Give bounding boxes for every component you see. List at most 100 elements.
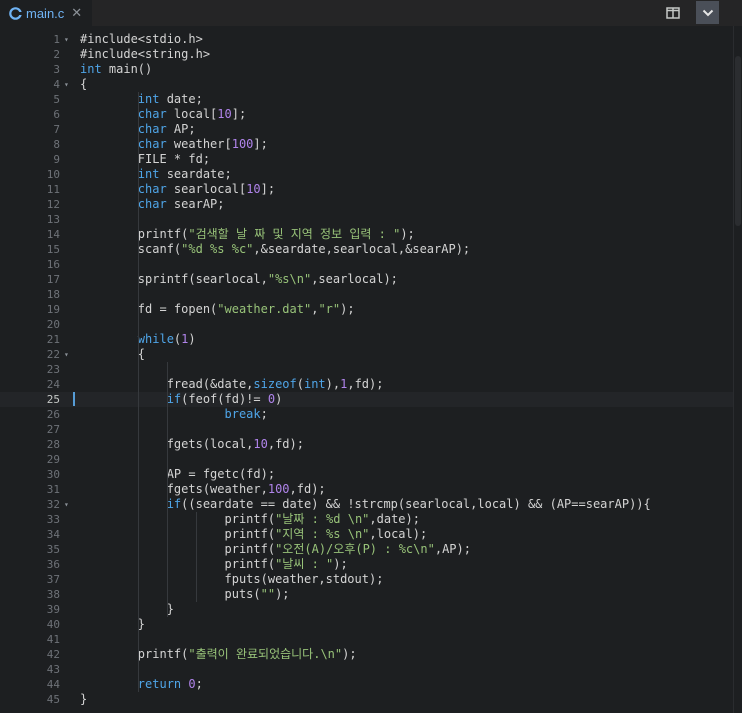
code-text: } <box>80 602 174 617</box>
code-line[interactable]: 10 int seardate; <box>0 167 734 182</box>
code-line[interactable]: 15 scanf("%d %s %c",&seardate,searlocal,… <box>0 242 734 257</box>
fold-toggle-icon[interactable]: ▾ <box>64 77 69 92</box>
code-line[interactable]: 33 printf("날짜 : %d \n",date); <box>0 512 734 527</box>
code-token: break <box>224 407 261 421</box>
code-line[interactable]: 16 <box>0 257 734 272</box>
code-line[interactable]: 14 printf("검색할 날 짜 및 지역 정보 입력 : "); <box>0 227 734 242</box>
fold-toggle-icon[interactable]: ▾ <box>64 32 69 47</box>
code-text: int seardate; <box>80 167 232 182</box>
code-line[interactable]: 45} <box>0 692 734 707</box>
scrollbar-thumb[interactable] <box>735 56 741 226</box>
code-token: { <box>80 347 146 361</box>
code-line[interactable]: 40 } <box>0 617 734 632</box>
indent-guide <box>138 92 139 692</box>
code-line[interactable]: 19 fd = fopen("weather.dat","r"); <box>0 302 734 317</box>
code-line[interactable]: 7 char AP; <box>0 122 734 137</box>
code-line[interactable]: 27 <box>0 422 734 437</box>
code-line[interactable]: 37 fputs(weather,stdout); <box>0 572 734 587</box>
code-token: "검색할 날 짜 및 지역 정보 입력 : " <box>188 227 401 241</box>
code-line[interactable]: 4 ▾ { <box>0 77 734 92</box>
line-number: 31 <box>46 483 60 496</box>
code-token: 10 <box>253 437 268 451</box>
code-editor[interactable]: 1 ▾ #include<stdio.h> 2 #include<string.h> 3 i… <box>0 26 742 713</box>
code-token: 0 <box>267 392 276 406</box>
line-number: 11 <box>46 183 60 196</box>
line-number: 33 <box>46 513 60 526</box>
code-token: printf( <box>80 227 189 241</box>
code-text: if(feof(fd)!= 0) <box>80 392 283 407</box>
code-token: sizeof <box>253 377 297 391</box>
code-token: searAP; <box>166 197 225 211</box>
split-editor-button[interactable] <box>663 3 683 23</box>
line-number: 6 <box>53 108 60 121</box>
code-line[interactable]: 25 if(feof(fd)!= 0) <box>0 392 734 407</box>
code-line[interactable]: 5 int date; <box>0 92 734 107</box>
code-line[interactable]: 23 <box>0 362 734 377</box>
code-token: ]; <box>253 137 268 151</box>
code-line[interactable]: 32 ▾ if((seardate == date) && !strcmp(sea… <box>0 497 734 512</box>
code-line[interactable]: 12 char searAP; <box>0 197 734 212</box>
code-line[interactable]: 1 ▾ #include<stdio.h> <box>0 32 734 47</box>
line-number: 5 <box>53 93 60 106</box>
code-line[interactable]: 22 ▾ { <box>0 347 734 362</box>
code-line[interactable]: 26 break; <box>0 407 734 422</box>
more-options-button[interactable] <box>696 1 719 24</box>
code-text: printf("날씨 : "); <box>80 557 347 572</box>
code-line[interactable]: 3 int main() <box>0 62 734 77</box>
vertical-scrollbar[interactable] <box>733 26 742 713</box>
code-line[interactable]: 21 while(1) <box>0 332 734 347</box>
code-line[interactable]: 31 fgets(weather,100,fd); <box>0 482 734 497</box>
line-number: 20 <box>46 318 60 331</box>
code-line[interactable]: 42 printf("출력이 완료되었습니다.\n"); <box>0 647 734 662</box>
code-line[interactable]: 9 FILE * fd; <box>0 152 734 167</box>
code-line[interactable]: 8 char weather[100]; <box>0 137 734 152</box>
code-text: #include<string.h> <box>80 47 210 62</box>
code-line[interactable]: 6 char local[10]; <box>0 107 734 122</box>
code-token: return <box>137 677 182 691</box>
code-text: puts(""); <box>80 587 289 602</box>
code-token: 0 <box>188 677 196 691</box>
fold-toggle-icon[interactable]: ▾ <box>64 347 69 362</box>
code-line[interactable]: 17 sprintf(searlocal,"%s\n",searlocal); <box>0 272 734 287</box>
code-token: printf( <box>80 557 276 571</box>
close-icon[interactable]: ✕ <box>71 5 82 21</box>
line-number: 25 <box>46 393 60 406</box>
code-token: 100 <box>231 137 254 151</box>
code-text: AP = fgetc(fd); <box>80 467 275 482</box>
code-token: while <box>137 332 174 346</box>
code-line[interactable]: 36 printf("날씨 : "); <box>0 557 734 572</box>
line-number: 15 <box>46 243 60 256</box>
code-line[interactable]: 35 printf("오전(A)/오후(P) : %c\n",AP); <box>0 542 734 557</box>
code-line[interactable]: 38 puts(""); <box>0 587 734 602</box>
code-line[interactable]: 29 <box>0 452 734 467</box>
code-token: ,local); <box>369 527 428 541</box>
code-line[interactable]: 2 #include<string.h> <box>0 47 734 62</box>
line-number: 1 <box>53 33 60 46</box>
code-text: } <box>80 617 145 632</box>
code-line[interactable]: 41 <box>0 632 734 647</box>
code-line[interactable]: 28 fgets(local,10,fd); <box>0 437 734 452</box>
code-text: { <box>80 347 145 362</box>
fold-toggle-icon[interactable]: ▾ <box>64 497 69 512</box>
code-line[interactable]: 11 char searlocal[10]; <box>0 182 734 197</box>
code-line[interactable]: 30 AP = fgetc(fd); <box>0 467 734 482</box>
code-text: char weather[100]; <box>80 137 268 152</box>
code-line[interactable]: 13 <box>0 212 734 227</box>
tab-main-c[interactable]: main.c ✕ <box>0 0 92 26</box>
code-line[interactable]: 20 <box>0 317 734 332</box>
code-line[interactable]: 24 fread(&date,sizeof(int),1,fd); <box>0 377 734 392</box>
code-token: ); <box>340 302 355 316</box>
code-line[interactable]: 34 printf("지역 : %s \n",local); <box>0 527 734 542</box>
code-token: fputs(weather,stdout); <box>80 572 384 586</box>
code-line[interactable]: 39 } <box>0 602 734 617</box>
code-token: (feof(fd)!= <box>181 392 268 406</box>
code-token: char <box>137 182 167 196</box>
line-number: 16 <box>46 258 60 271</box>
code-token: ( <box>296 377 304 391</box>
code-line[interactable]: 43 <box>0 662 734 677</box>
code-line[interactable]: 44 return 0; <box>0 677 734 692</box>
code-line[interactable]: 18 <box>0 287 734 302</box>
